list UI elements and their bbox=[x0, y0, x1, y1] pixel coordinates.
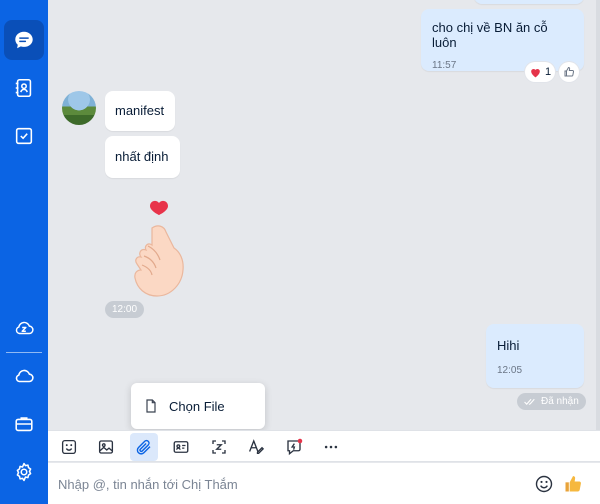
chat-icon bbox=[15, 31, 33, 49]
contacts-tab[interactable] bbox=[4, 68, 44, 108]
sticker-button[interactable] bbox=[55, 433, 83, 461]
quick-message-button[interactable] bbox=[280, 433, 308, 461]
emoji-button[interactable] bbox=[532, 472, 556, 496]
briefcase-tab[interactable] bbox=[4, 404, 44, 444]
screenshot-icon bbox=[212, 440, 226, 454]
message-input[interactable] bbox=[58, 473, 518, 495]
attach-button[interactable] bbox=[130, 433, 158, 461]
zcloud-icon bbox=[15, 321, 34, 335]
text-format-icon bbox=[248, 439, 265, 455]
choose-file-label: Chọn File bbox=[169, 398, 225, 414]
reaction-badge[interactable]: 1 bbox=[525, 62, 555, 82]
cloud-tab[interactable] bbox=[4, 356, 44, 396]
like-reaction-button[interactable] bbox=[559, 62, 579, 82]
heart-icon bbox=[531, 68, 540, 77]
settings-tab[interactable] bbox=[4, 452, 44, 492]
sidebar bbox=[0, 0, 48, 504]
image-button[interactable] bbox=[92, 433, 120, 461]
quick-message-icon bbox=[287, 438, 303, 456]
message-text: Hihi bbox=[497, 338, 520, 353]
send-like-button[interactable] bbox=[561, 472, 585, 496]
chat-scroll-edge bbox=[596, 0, 600, 430]
sticker-time-pill: 12:00 bbox=[105, 301, 145, 318]
todo-tab[interactable] bbox=[4, 116, 44, 156]
contact-avatar[interactable] bbox=[62, 91, 96, 125]
previous-message-bubble bbox=[474, 0, 584, 4]
thumbs-up-icon bbox=[565, 476, 581, 492]
file-icon bbox=[146, 399, 156, 413]
message-time: 12:05 bbox=[497, 365, 523, 376]
delivery-status-text: Đã nhận bbox=[541, 396, 579, 407]
cloud-icon bbox=[15, 369, 34, 383]
incoming-message-bubble[interactable]: manifest bbox=[105, 91, 175, 131]
more-icon bbox=[324, 445, 338, 449]
double-check-icon bbox=[524, 398, 535, 405]
incoming-message-bubble[interactable]: nhất định bbox=[105, 136, 180, 178]
message-text: cho chị về BN ăn cỗ luôn bbox=[432, 20, 548, 50]
todo-icon bbox=[15, 127, 33, 145]
sidebar-divider bbox=[6, 352, 42, 353]
choose-file-option[interactable]: Chọn File bbox=[143, 398, 225, 414]
attach-menu: Chọn File bbox=[131, 383, 265, 429]
more-button[interactable] bbox=[317, 433, 345, 461]
text-format-button[interactable] bbox=[242, 433, 270, 461]
zcloud-tab[interactable] bbox=[4, 308, 44, 348]
contact-card-icon bbox=[173, 441, 189, 453]
briefcase-icon bbox=[15, 417, 33, 432]
outgoing-message-bubble[interactable]: cho chị về BN ăn cỗ luôn 11:57 bbox=[421, 9, 584, 71]
message-text: nhất định bbox=[115, 149, 169, 164]
contact-card-button[interactable] bbox=[167, 433, 195, 461]
sticker-icon bbox=[61, 439, 77, 455]
chat-tab[interactable] bbox=[4, 20, 44, 60]
message-toolbar bbox=[48, 430, 600, 462]
message-text: manifest bbox=[115, 103, 165, 118]
attach-icon bbox=[136, 439, 151, 455]
outgoing-message-bubble[interactable]: Hihi 12:05 bbox=[486, 324, 584, 388]
finger-heart-sticker[interactable] bbox=[120, 198, 200, 300]
image-icon bbox=[98, 440, 114, 454]
reaction-count: 1 bbox=[544, 66, 552, 78]
message-composer bbox=[48, 463, 600, 504]
delivery-status: Đã nhận bbox=[517, 393, 586, 410]
emoji-icon bbox=[535, 475, 553, 493]
screenshot-button[interactable] bbox=[205, 433, 233, 461]
thumbs-up-icon bbox=[564, 66, 574, 77]
contacts-icon bbox=[15, 78, 32, 98]
settings-icon bbox=[16, 462, 32, 482]
